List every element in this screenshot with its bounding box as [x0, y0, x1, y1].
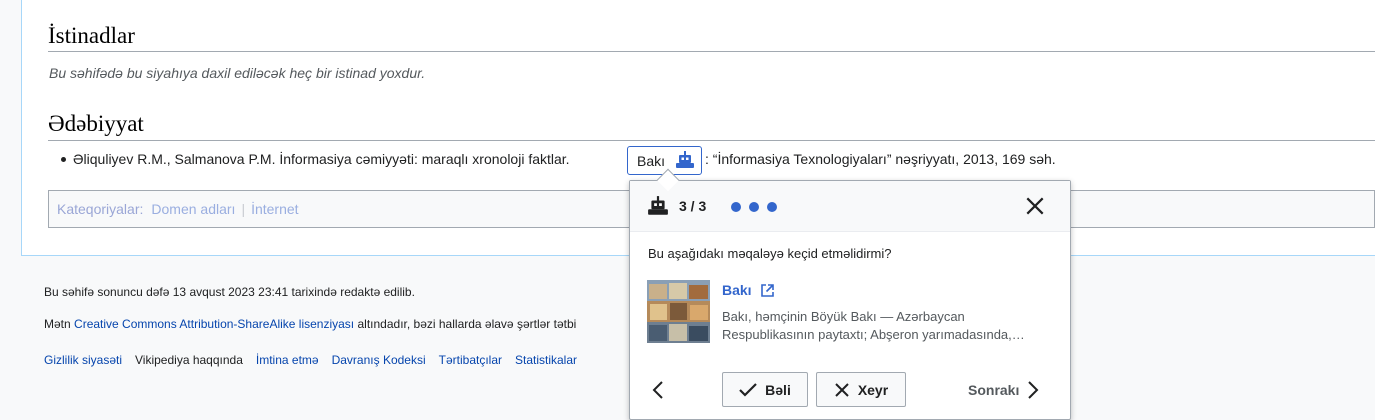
chevron-left-icon[interactable]: [648, 379, 668, 401]
footer-link-disclaimer[interactable]: İmtina etmə: [256, 353, 319, 367]
check-icon: [739, 382, 757, 397]
categories-label: Kateqoriyalar:: [57, 201, 144, 217]
no-button-label: Xeyr: [857, 381, 889, 398]
category-separator: |: [241, 201, 246, 217]
footer-link-statistics[interactable]: Statistikalar: [515, 353, 577, 367]
references-heading: İstinadlar: [48, 23, 135, 48]
category-link[interactable]: Domen adları: [151, 201, 235, 217]
footer-license: Mətn Creative Commons Attribution-ShareA…: [44, 317, 576, 331]
yes-button-label: Bəli: [765, 381, 791, 398]
robot-icon: [676, 151, 694, 168]
literature-heading: Ədəbiyyat: [48, 111, 144, 136]
references-note: Bu səhifədə bu siyahıya daxil ediləcək h…: [49, 65, 426, 81]
close-icon[interactable]: [1024, 195, 1046, 217]
article-title[interactable]: Bakı: [722, 282, 775, 298]
article-description: Bakı, həmçinin Böyük Bakı — Azərbaycan R…: [722, 309, 1025, 342]
robot-icon: [648, 196, 668, 215]
popup-header: 3 / 3: [630, 181, 1070, 232]
literature-item-text: Əliquliyev R.M., Salmanova P.M. İnformas…: [73, 151, 570, 167]
article-thumbnail: [647, 280, 710, 343]
footer-link-developers[interactable]: Tərtibatçılar: [439, 353, 502, 367]
close-icon: [835, 382, 849, 397]
chip-label: Bakı: [637, 152, 666, 169]
footer-last-edited: Bu səhifə sonuncu dəfə 13 avqust 2023 23…: [44, 285, 415, 299]
next-button[interactable]: Sonrakı: [968, 379, 1041, 401]
license-link[interactable]: Creative Commons Attribution-ShareAlike …: [74, 317, 354, 331]
heading-divider: [48, 140, 1375, 141]
progress-dots: [731, 202, 777, 212]
license-suffix: altındadır, bəzi hallarda əlavə şərtlər …: [357, 317, 577, 331]
popup-question: Bu aşağıdakı məqaləyə keçid etməlidirmi?: [648, 246, 892, 261]
article-title-text: Bakı: [722, 282, 752, 298]
external-link-icon: [760, 283, 774, 297]
no-button[interactable]: Xeyr: [816, 372, 906, 407]
literature-item-text-cont: : “İnformasiya Texnologiyaları” nəşriyya…: [705, 151, 1056, 167]
category-link[interactable]: İnternet: [251, 201, 298, 217]
list-bullet: [61, 157, 66, 162]
chevron-right-icon: [1028, 381, 1039, 399]
progress-dot: [749, 202, 759, 212]
progress-dot: [731, 202, 741, 212]
footer-link-privacy[interactable]: Gizlilik siyasəti: [44, 353, 122, 367]
yes-button[interactable]: Bəli: [722, 372, 808, 407]
footer-link-conduct[interactable]: Davranış Kodeksi: [332, 353, 426, 367]
link-suggestion-popup: 3 / 3 Bu aşağıdakı məqaləyə keçid etməli…: [629, 180, 1071, 420]
next-button-label: Sonrakı: [968, 382, 1020, 398]
license-prefix: Mətn: [44, 317, 71, 331]
footer-links: Gizlilik siyasəti Vikipediya haqqında İm…: [44, 353, 577, 367]
progress-dot: [767, 202, 777, 212]
heading-divider: [48, 51, 1375, 52]
footer-link-about[interactable]: Vikipediya haqqında: [135, 353, 243, 367]
suggestion-counter: 3 / 3: [679, 198, 707, 214]
